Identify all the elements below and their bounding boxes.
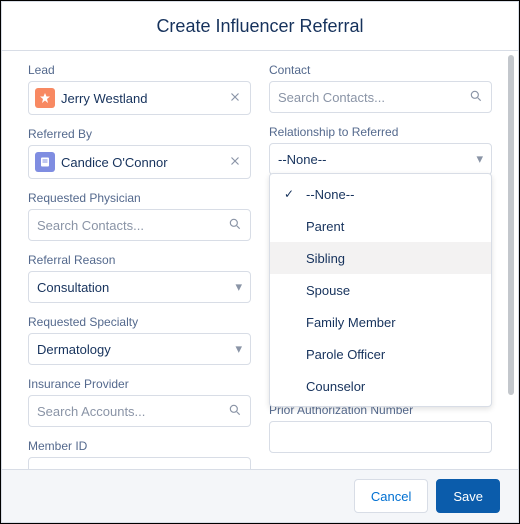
relationship-option[interactable]: Family Member (270, 306, 491, 338)
caret-down-icon: ▾ (235, 279, 242, 295)
prior-auth-input[interactable] (269, 421, 492, 453)
left-column: Lead Jerry Westland (28, 63, 251, 469)
insurance-placeholder: Search Accounts... (37, 404, 228, 419)
relationship-dropdown: --None--ParentSiblingSpouseFamily Member… (269, 173, 492, 407)
req-physician-input[interactable]: Search Contacts... (28, 209, 251, 241)
req-physician-label: Requested Physician (28, 191, 251, 205)
relationship-picklist[interactable]: --None-- ▾ (269, 143, 492, 175)
contact-icon (35, 152, 55, 172)
insurance-label: Insurance Provider (28, 377, 251, 391)
referral-reason-label: Referral Reason (28, 253, 251, 267)
member-id-label: Member ID (28, 439, 251, 453)
search-icon (469, 89, 483, 106)
modal-title: Create Influencer Referral (156, 16, 363, 37)
referral-reason-picklist[interactable]: Consultation ▾ (28, 271, 251, 303)
relationship-value: --None-- (278, 152, 326, 167)
modal-header: Create Influencer Referral (2, 2, 518, 51)
contact-label: Contact (269, 63, 492, 77)
relationship-label: Relationship to Referred (269, 125, 492, 139)
req-specialty-value: Dermatology (37, 342, 111, 357)
lead-remove-icon[interactable] (226, 90, 244, 107)
relationship-option[interactable]: Parole Officer (270, 338, 491, 370)
modal-footer: Cancel Save (2, 469, 518, 522)
referred-by-value: Candice O'Connor (61, 155, 220, 170)
referred-by-remove-icon[interactable] (226, 154, 244, 171)
relationship-option[interactable]: --None-- (270, 178, 491, 210)
req-specialty-label: Requested Specialty (28, 315, 251, 329)
insurance-input[interactable]: Search Accounts... (28, 395, 251, 427)
modal-body: Lead Jerry Westland (2, 51, 518, 469)
referral-reason-value: Consultation (37, 280, 109, 295)
relationship-option[interactable]: Parent (270, 210, 491, 242)
lead-icon (35, 88, 55, 108)
referred-by-label: Referred By (28, 127, 251, 141)
relationship-option[interactable]: Spouse (270, 274, 491, 306)
lead-pill[interactable]: Jerry Westland (28, 81, 251, 115)
referred-by-pill[interactable]: Candice O'Connor (28, 145, 251, 179)
relationship-option[interactable]: Sibling (270, 242, 491, 274)
req-specialty-picklist[interactable]: Dermatology ▾ (28, 333, 251, 365)
contact-input[interactable]: Search Contacts... (269, 81, 492, 113)
search-icon (228, 217, 242, 234)
right-column: Contact Search Contacts... Relationship … (269, 63, 492, 469)
save-button[interactable]: Save (436, 479, 500, 513)
req-physician-placeholder: Search Contacts... (37, 218, 228, 233)
member-id-input[interactable] (28, 457, 251, 469)
search-icon (228, 403, 242, 420)
scrollbar[interactable] (508, 55, 514, 395)
caret-down-icon: ▾ (235, 341, 242, 357)
create-referral-modal: Create Influencer Referral Lead Jerry (2, 2, 518, 522)
cancel-button[interactable]: Cancel (354, 479, 428, 513)
relationship-option[interactable]: Counselor (270, 370, 491, 402)
caret-down-icon: ▾ (476, 151, 483, 167)
lead-value: Jerry Westland (61, 91, 220, 106)
contact-placeholder: Search Contacts... (278, 90, 469, 105)
lead-label: Lead (28, 63, 251, 77)
